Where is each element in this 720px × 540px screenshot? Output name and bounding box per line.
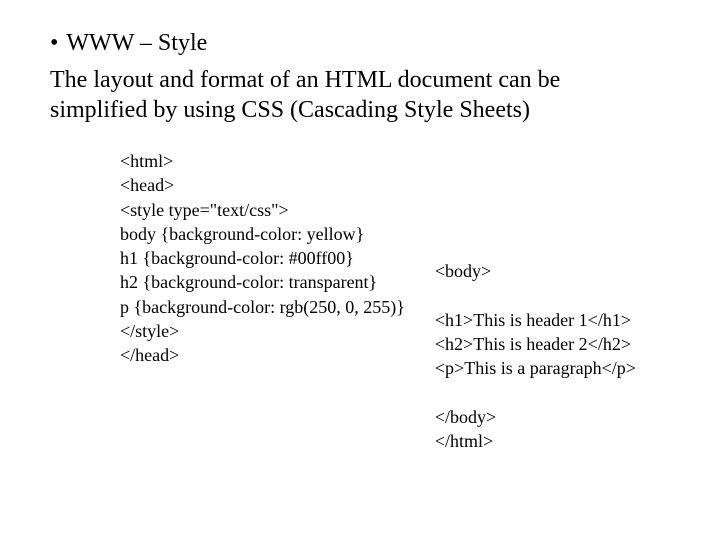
code-area: <html> <head> <style type="text/css"> bo…	[40, 149, 680, 453]
bullet-item: • WWW – Style	[40, 30, 680, 57]
bullet-title: WWW – Style	[66, 30, 207, 57]
slide: • WWW – Style The layout and format of a…	[40, 30, 680, 510]
code-right: <body> <h1>This is header 1</h1> <h2>Thi…	[435, 149, 636, 453]
slide-description: The layout and format of an HTML documen…	[40, 65, 660, 125]
code-left: <html> <head> <style type="text/css"> bo…	[120, 149, 405, 368]
bullet-dot-icon: •	[50, 30, 58, 57]
